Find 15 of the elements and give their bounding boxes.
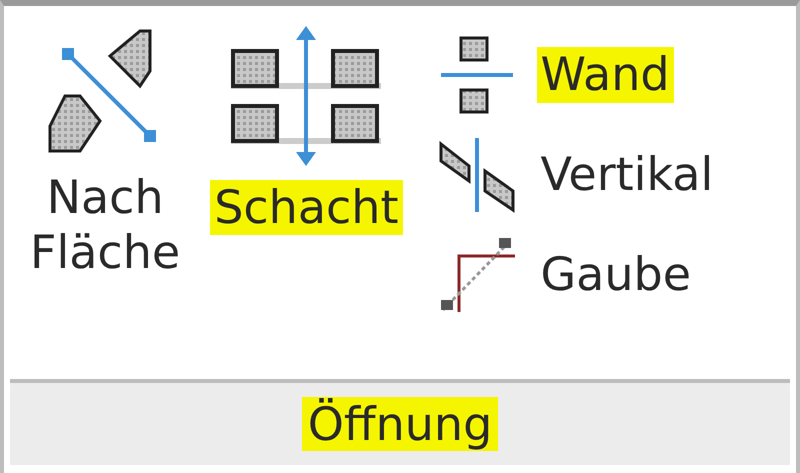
panel-title: Öffnung [302, 397, 498, 451]
button-label: Vertikal [540, 147, 714, 203]
ribbon-button[interactable]: Vertikal [438, 136, 718, 214]
ribbon-button[interactable]: Nach Fläche [26, 26, 184, 280]
button-label: Schacht [210, 180, 403, 236]
button-label: Gaube [540, 247, 692, 303]
vertical-opening-icon [438, 136, 515, 214]
dormer-icon [438, 236, 515, 314]
button-label: Wand [536, 47, 674, 103]
wall-opening-icon [438, 36, 515, 114]
button-label: Nach Fläche [29, 170, 182, 280]
ribbon-button[interactable]: Gaube [438, 236, 718, 314]
ribbon-button[interactable]: Wand [438, 36, 718, 114]
ribbon-button[interactable]: Schacht [210, 26, 403, 236]
shaft-icon [231, 26, 382, 166]
